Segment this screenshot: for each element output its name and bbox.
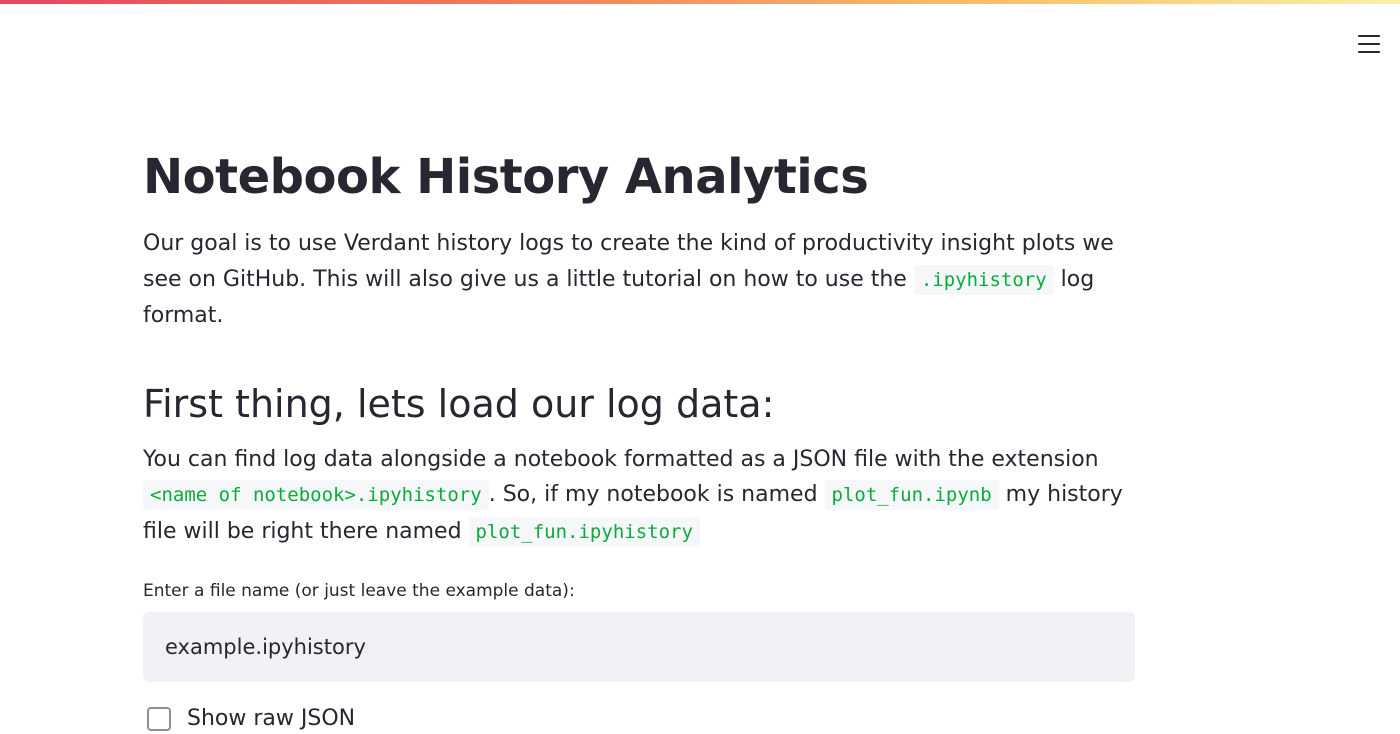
section-subheader: First thing, lets load our log data: <box>143 381 775 426</box>
inline-code: <name of notebook>.ipyhistory <box>143 480 489 510</box>
inline-code: plot_fun.ipynb <box>824 480 999 510</box>
description-text: You can find log data alongside a notebo… <box>143 446 1099 472</box>
description-text: . So, if my notebook is named <box>488 482 825 507</box>
page-title: Notebook History Analytics <box>143 149 869 205</box>
show-raw-json-checkbox[interactable]: Show raw JSON <box>143 706 1135 731</box>
file-name-label: Enter a file name (or just leave the exa… <box>143 581 575 601</box>
main-content: Notebook History Analytics Our goal is t… <box>143 140 1135 731</box>
hamburger-menu-icon[interactable] <box>1354 30 1384 58</box>
checkbox-box[interactable] <box>147 706 171 731</box>
description-paragraph: You can find log data alongside a notebo… <box>143 442 1135 551</box>
file-name-input[interactable] <box>143 612 1135 682</box>
top-decoration-bar <box>0 0 1400 4</box>
intro-paragraph: Our goal is to use Verdant history logs … <box>143 226 1135 334</box>
inline-code: .ipyhistory <box>913 264 1054 295</box>
inline-code: plot_fun.ipyhistory <box>468 516 700 547</box>
checkbox-label[interactable]: Show raw JSON <box>187 706 355 731</box>
